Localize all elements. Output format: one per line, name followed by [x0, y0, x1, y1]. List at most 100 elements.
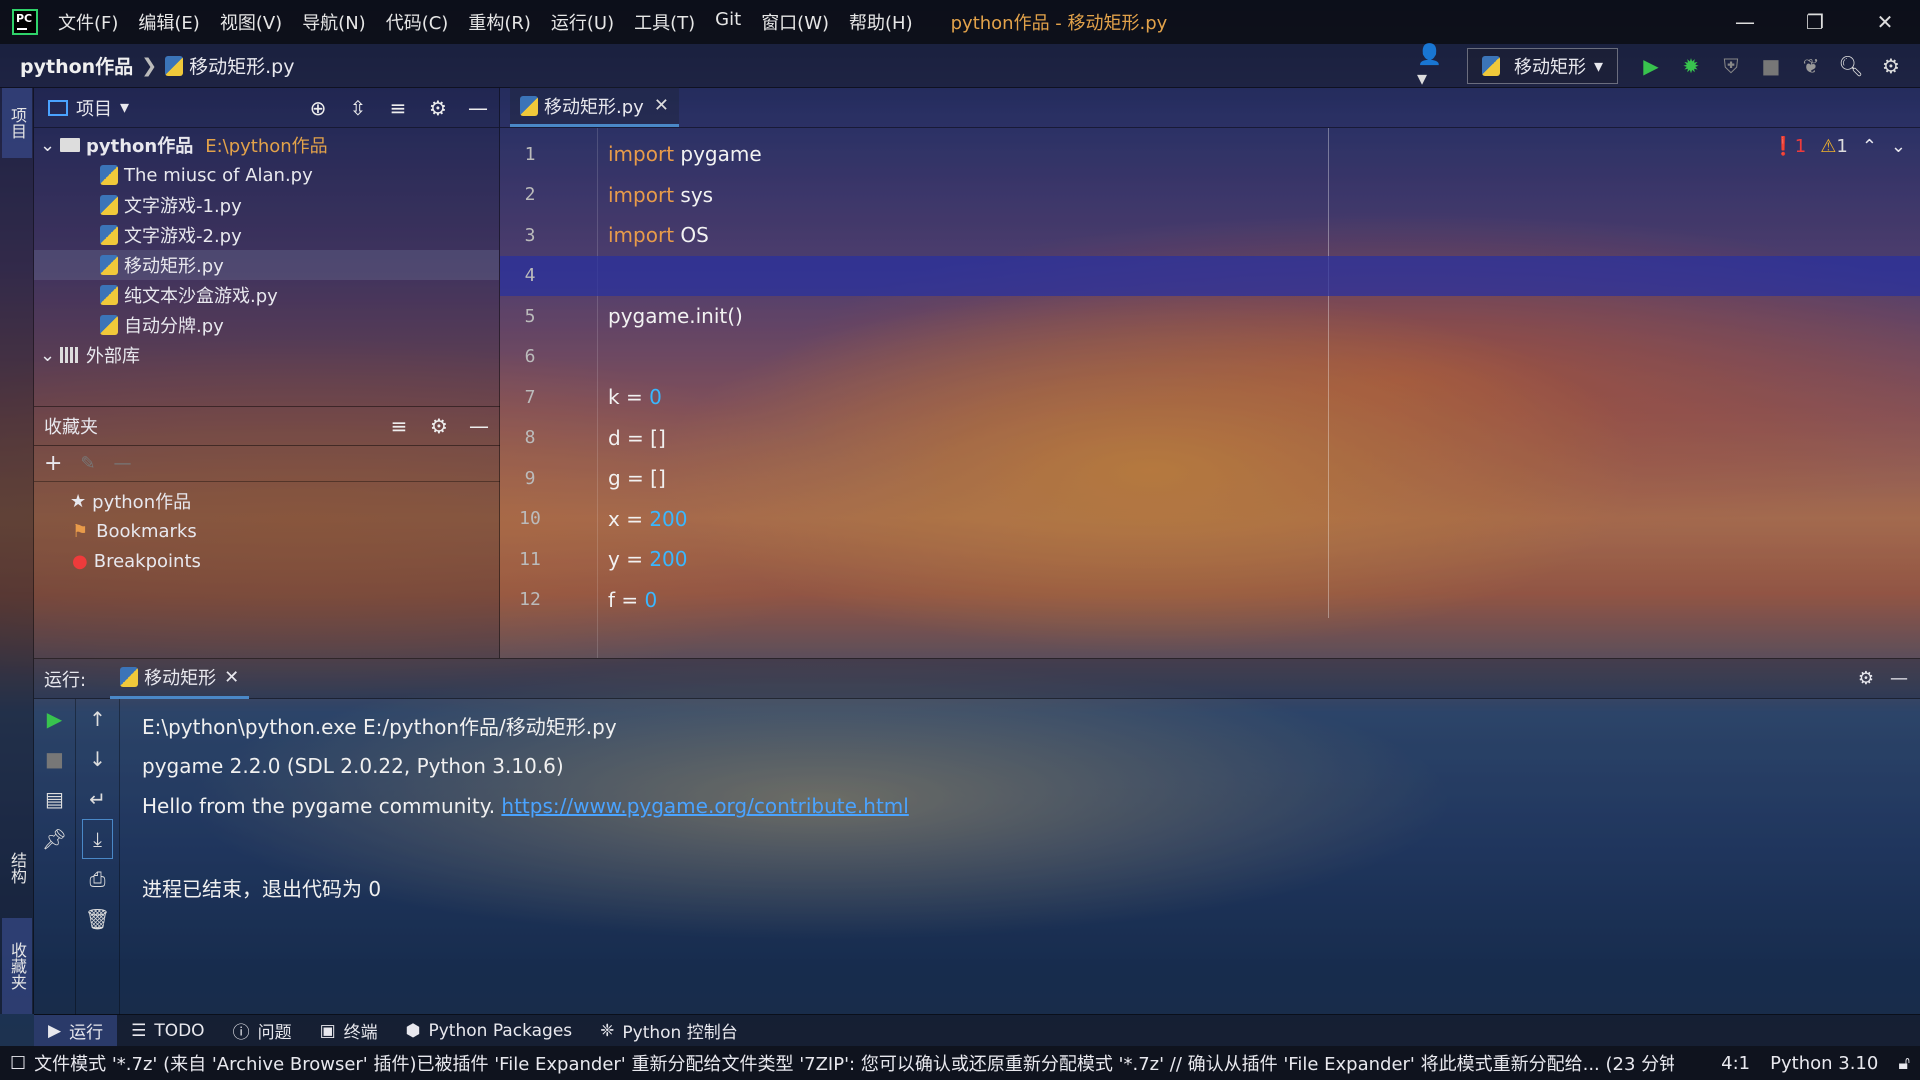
user-icon[interactable]: 👤▾ — [1417, 42, 1451, 90]
print-icon[interactable]: ⎙ — [76, 859, 119, 899]
tree-external-libraries[interactable]: ⌄ 外部库 — [34, 340, 499, 370]
breadcrumb-file[interactable]: 移动矩形.py — [189, 52, 294, 79]
code-line[interactable]: 3 import OS — [500, 215, 1920, 256]
trash-icon[interactable]: 🗑︎ — [76, 899, 119, 939]
library-icon — [60, 347, 80, 363]
menu-view[interactable]: 视图(V) — [210, 9, 292, 35]
settings-gear-icon[interactable]: ⚙ — [1874, 49, 1908, 83]
arrow-down-icon[interactable]: ↓ — [76, 739, 119, 779]
code-line[interactable]: 1 import pygame — [500, 134, 1920, 175]
menu-refactor[interactable]: 重构(R) — [458, 9, 541, 35]
text-token: x = — [608, 506, 650, 531]
menu-git[interactable]: Git — [705, 9, 751, 35]
code-line[interactable]: 11 y = 200 — [500, 539, 1920, 580]
hide-panel-icon[interactable]: — — [464, 414, 494, 438]
code-line[interactable]: 2 import sys — [500, 175, 1920, 216]
close-tab-icon[interactable]: ✕ — [224, 667, 239, 688]
run-config-selector[interactable]: 移动矩形 ▾ — [1466, 48, 1618, 84]
menu-navigate[interactable]: 导航(N) — [292, 9, 376, 35]
console-link[interactable]: https://www.pygame.org/contribute.html — [501, 794, 908, 818]
close-icon[interactable]: ✕ — [1850, 0, 1920, 44]
arrow-up-icon[interactable]: ↑ — [76, 699, 119, 739]
collapse-all-icon[interactable]: ≡ — [383, 96, 413, 120]
run-icon[interactable]: ▶ — [1634, 49, 1668, 83]
panel-toggle-icon[interactable]: ☐ — [10, 1053, 26, 1074]
layout-icon[interactable]: ▤ — [34, 779, 75, 819]
code-line-current[interactable]: 4 — [500, 255, 1920, 296]
python-file-icon — [100, 285, 118, 305]
favorites-item[interactable]: ★ python作品 — [34, 486, 500, 516]
expand-all-icon[interactable]: ⇳ — [343, 96, 373, 120]
settings-gear-icon[interactable]: ⚙ — [424, 414, 454, 438]
coverage-icon[interactable]: ⛨ — [1714, 49, 1748, 83]
tool-tab-python-console[interactable]: ❈ Python 控制台 — [586, 1015, 752, 1047]
editor-tab[interactable]: 移动矩形.py ✕ — [510, 87, 679, 127]
remove-icon[interactable]: — — [114, 453, 132, 474]
pin-icon[interactable]: 📌︎ — [34, 819, 75, 859]
menu-window[interactable]: 窗口(W) — [751, 9, 839, 35]
tree-file[interactable]: 文字游戏-2.py — [34, 220, 499, 250]
code-line[interactable]: 7 k = 0 — [500, 377, 1920, 418]
search-icon[interactable]: 🔍︎ — [1834, 49, 1868, 83]
tool-tab-python-packages[interactable]: ⬢ Python Packages — [392, 1015, 587, 1047]
structure-tool-tab-label: 结构 — [8, 852, 27, 884]
hide-panel-icon[interactable]: — — [463, 96, 493, 120]
tree-root-folder[interactable]: ⌄ python作品 E:\python作品 — [34, 130, 499, 160]
hide-panel-icon[interactable]: — — [1890, 668, 1908, 689]
tree-file[interactable]: 纯文本沙盒游戏.py — [34, 280, 499, 310]
profiler-icon[interactable]: ❦ — [1794, 49, 1828, 83]
interpreter-selector[interactable]: Python 3.10 — [1770, 1053, 1878, 1074]
edit-icon[interactable]: ✎ — [80, 453, 95, 474]
lock-icon[interactable]: 🔓︎ — [1898, 1053, 1910, 1074]
code-line[interactable]: 6 — [500, 337, 1920, 378]
scroll-to-end-icon[interactable]: ⤓ — [82, 819, 113, 859]
code-line[interactable]: 5 pygame.init() — [500, 296, 1920, 337]
stop-icon[interactable]: ■ — [1754, 49, 1788, 83]
tree-file[interactable]: 自动分牌.py — [34, 310, 499, 340]
console-output[interactable]: E:\python\python.exe E:/python作品/移动矩形.py… — [142, 705, 909, 908]
tree-file[interactable]: 文字游戏-1.py — [34, 190, 499, 220]
menu-code[interactable]: 代码(C) — [376, 9, 459, 35]
breadcrumb-project[interactable]: python作品 — [20, 52, 133, 79]
run-tab[interactable]: 移动矩形 ✕ — [110, 659, 250, 699]
project-tool-tab[interactable]: 项目 — [2, 88, 32, 158]
menu-run[interactable]: 运行(U) — [541, 9, 624, 35]
menu-help[interactable]: 帮助(H) — [839, 9, 923, 35]
bookmark-icon: ⚑ — [72, 520, 89, 542]
code-lines[interactable]: 1 import pygame 2 import sys 3 import OS 4 5 pyg… — [500, 134, 1920, 620]
locate-icon[interactable]: ⊕ — [303, 96, 333, 120]
settings-gear-icon[interactable]: ⚙ — [1858, 668, 1874, 689]
favorites-tool-tab[interactable]: 收藏夹 — [2, 918, 32, 1014]
code-line[interactable]: 8 d = [] — [500, 418, 1920, 459]
code-line[interactable]: 12 f = 0 — [500, 580, 1920, 621]
structure-tool-tab[interactable]: 结构 — [2, 828, 32, 908]
status-message[interactable]: 文件模式 '*.7z' (来自 'Archive Browser' 插件)已被插… — [34, 1050, 1674, 1076]
code-line[interactable]: 10 x = 200 — [500, 499, 1920, 540]
favorites-item[interactable]: ● Breakpoints — [34, 546, 500, 576]
menu-file[interactable]: 文件(F) — [48, 9, 128, 35]
tool-tab-problems[interactable]: ⓘ 问题 — [219, 1015, 306, 1047]
settings-gear-icon[interactable]: ⚙ — [423, 96, 453, 120]
restore-icon[interactable]: ❐ — [1780, 0, 1850, 44]
tree-file-selected[interactable]: 移动矩形.py — [34, 250, 499, 280]
favorites-item[interactable]: ⚑ Bookmarks — [34, 516, 500, 546]
project-panel-title[interactable]: 项目 — [76, 95, 112, 121]
menu-edit[interactable]: 编辑(E) — [128, 9, 209, 35]
chevron-down-icon[interactable]: ▾ — [120, 97, 129, 118]
tool-tab-terminal[interactable]: ▣ 终端 — [306, 1015, 392, 1047]
code-line[interactable]: 9 g = [] — [500, 458, 1920, 499]
soft-wrap-icon[interactable]: ↵ — [76, 779, 119, 819]
stop-icon[interactable]: ■ — [34, 739, 75, 779]
rerun-icon[interactable]: ▶ — [34, 699, 75, 739]
debug-icon[interactable]: ✹ — [1674, 49, 1708, 83]
caret-position[interactable]: 4:1 — [1721, 1053, 1750, 1074]
close-tab-icon[interactable]: ✕ — [654, 95, 669, 116]
add-icon[interactable]: + — [44, 451, 62, 476]
menu-tools[interactable]: 工具(T) — [624, 9, 705, 35]
collapse-all-icon[interactable]: ≡ — [384, 414, 414, 438]
minimize-icon[interactable]: — — [1710, 0, 1780, 44]
tool-tab-run[interactable]: ▶ 运行 — [34, 1014, 118, 1047]
tool-tab-todo[interactable]: ☰ TODO — [117, 1015, 219, 1047]
tree-file[interactable]: The miusc of Alan.py — [34, 160, 499, 190]
console-line: E:\python\python.exe E:/python作品/移动矩形.py — [142, 714, 617, 739]
